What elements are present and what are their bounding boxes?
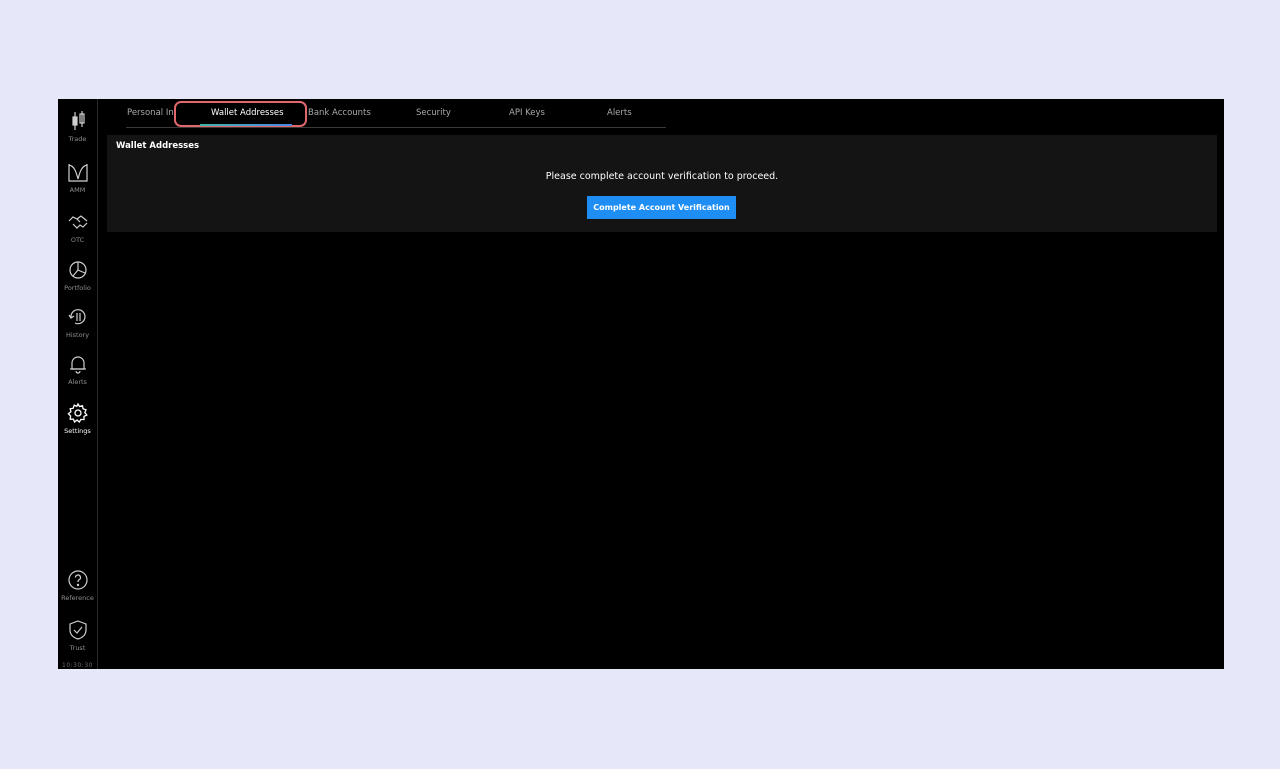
sidebar-item-label: History [65,331,90,339]
clock-readout: 10:30:30 [62,662,93,669]
sidebar-item-label: Reference [61,594,94,602]
sidebar-item-label: Settings [64,427,91,435]
sidebar-nav: Trade AMM OTC Portfolio History Alerts S… [58,99,98,669]
sidebar-item-trust[interactable]: Trust [58,619,97,652]
tab-security[interactable]: Security [416,108,451,118]
panel-title: Wallet Addresses [116,141,200,151]
sidebar-item-label: Portfolio [64,284,91,292]
sidebar-item-amm[interactable]: AMM [58,161,97,194]
history-icon [67,306,89,328]
sidebar-item-label: Alerts [68,378,87,386]
sidebar-item-label: Trust [69,644,86,652]
active-tab-underline [200,124,292,126]
complete-verification-button[interactable]: Complete Account Verification [587,196,736,219]
verification-message: Please complete account verification to … [545,171,779,182]
bell-icon [67,353,89,375]
sidebar-item-trade[interactable]: Trade [58,110,97,143]
sidebar-item-otc[interactable]: OTC [58,211,97,244]
gear-icon [66,402,89,424]
sidebar-item-reference[interactable]: Reference [58,569,97,602]
amm-chart-icon [67,161,89,183]
candlestick-icon [67,110,89,132]
tab-alerts[interactable]: Alerts [607,108,632,118]
tab-wallet-addresses[interactable]: Wallet Addresses [211,108,284,118]
tab-api-keys[interactable]: API Keys [509,108,545,118]
wallet-addresses-panel: Wallet Addresses Please complete account… [107,135,1217,232]
sidebar-item-portfolio[interactable]: Portfolio [58,259,97,292]
sidebar-item-label: Trade [68,135,87,143]
tab-bank-accounts[interactable]: Bank Accounts [308,108,371,118]
sidebar-item-label: AMM [69,186,86,194]
sidebar-item-settings[interactable]: Settings [58,402,97,435]
pie-chart-icon [67,259,89,281]
shield-check-icon [67,619,89,641]
handshake-icon [67,211,89,233]
sidebar-item-history[interactable]: History [58,306,97,339]
sidebar-item-label: OTC [70,236,85,244]
sidebar-item-alerts[interactable]: Alerts [58,353,97,386]
app-window: Trade AMM OTC Portfolio History Alerts S… [58,99,1224,669]
question-circle-icon [67,569,89,591]
